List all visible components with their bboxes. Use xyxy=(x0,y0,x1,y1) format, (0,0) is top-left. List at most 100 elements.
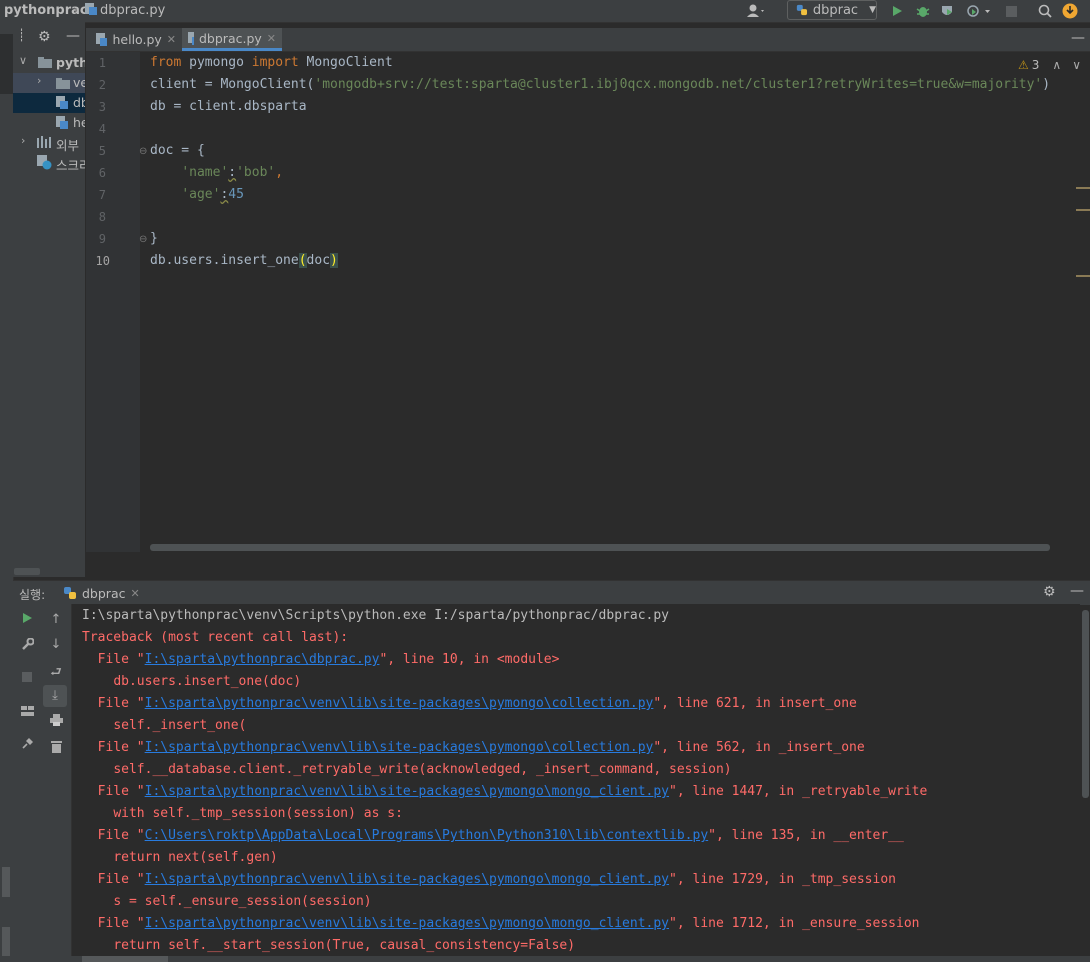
tree-item-hello[interactable]: he xyxy=(13,113,85,133)
traceback-frame: File "I:\sparta\pythonprac\venv\lib\site… xyxy=(82,784,928,799)
console-vertical-scrollbar[interactable] xyxy=(1082,610,1089,798)
tree-item-label: he xyxy=(73,115,85,130)
traceback-frame: File "I:\sparta\pythonprac\venv\lib\site… xyxy=(82,916,920,931)
tab-dbprac-py[interactable]: dbprac.py ✕ xyxy=(182,28,282,51)
chevron-down-icon[interactable]: ∨ xyxy=(1072,58,1081,72)
code-line: client = MongoClient('mongodb+srv://test… xyxy=(150,77,1051,92)
file-link[interactable]: I:\sparta\pythonprac\venv\lib\site-packa… xyxy=(145,784,669,799)
traceback-code: s = self._ensure_session(session) xyxy=(113,894,372,909)
code-line: db.users.insert_one(doc) xyxy=(150,253,338,268)
line-number: 3 xyxy=(98,100,106,114)
run-toolbar-secondary: ↑ ↓ ⮐ ⤓ xyxy=(41,604,72,962)
tab-hello-py[interactable]: hello.py ✕ xyxy=(90,28,182,51)
error-stripe-mark[interactable] xyxy=(1076,275,1090,277)
file-link[interactable]: I:\sparta\pythonprac\venv\lib\site-packa… xyxy=(145,740,654,755)
debug-icon[interactable] xyxy=(914,2,932,20)
tree-item-venv[interactable]: › ve xyxy=(13,73,85,93)
project-tool-window-button[interactable] xyxy=(0,34,13,94)
file-link[interactable]: I:\sparta\pythonprac\venv\lib\site-packa… xyxy=(145,916,669,931)
code-line: } xyxy=(150,231,158,246)
tree-item-label: db xyxy=(73,95,85,110)
python-file-icon xyxy=(56,96,69,112)
minimize-icon[interactable]: — xyxy=(1070,583,1084,599)
arrow-up-icon[interactable]: ↑ xyxy=(42,612,70,627)
arrow-down-icon[interactable]: ↓ xyxy=(42,637,70,652)
run-panel-title: 실행: xyxy=(19,588,46,602)
print-icon[interactable] xyxy=(42,714,70,730)
close-icon[interactable]: ✕ xyxy=(167,33,176,46)
error-stripe-mark[interactable] xyxy=(1076,187,1090,189)
tab-label: dbprac.py xyxy=(199,30,262,46)
gear-icon[interactable]: ⚙ xyxy=(1043,584,1056,600)
traceback-header: Traceback (most recent call last): xyxy=(82,630,349,645)
close-icon[interactable]: ✕ xyxy=(267,32,276,45)
coverage-icon[interactable] xyxy=(938,2,956,20)
inspection-widget[interactable]: ⚠ 3 ∧ ∨ xyxy=(1018,58,1081,72)
rerun-icon[interactable] xyxy=(13,612,41,628)
folder-icon xyxy=(56,77,70,92)
soft-wrap-icon[interactable]: ⮐ xyxy=(42,663,70,685)
traceback-frame: File "I:\sparta\pythonprac\venv\lib\site… xyxy=(82,872,896,887)
console-horizontal-scrollbar[interactable] xyxy=(82,956,168,962)
python-file-icon xyxy=(96,33,108,46)
fold-icon[interactable]: ⊖ xyxy=(139,146,147,157)
navigation-bar: pythonprac › dbprac.py dbprac ▼ xyxy=(0,0,1090,23)
profile-run-icon[interactable] xyxy=(963,2,995,20)
run-tab-label: dbprac xyxy=(82,585,126,601)
line-number: 5 xyxy=(98,144,106,158)
traceback-frame: File "I:\sparta\pythonprac\venv\lib\site… xyxy=(82,740,865,755)
line-number: 6 xyxy=(98,166,106,180)
file-link[interactable]: I:\sparta\pythonprac\venv\lib\site-packa… xyxy=(145,872,669,887)
chevron-right-icon: › xyxy=(37,74,42,87)
gear-icon[interactable]: ⚙ xyxy=(38,29,51,45)
minimize-icon[interactable]: — xyxy=(1071,30,1085,46)
traceback-frame: File "I:\sparta\pythonprac\dbprac.py", l… xyxy=(82,652,560,667)
run-panel-header: 실행: dbprac ✕ ⚙ — xyxy=(13,580,1090,605)
tree-item-external-libraries[interactable]: › 외부 xyxy=(13,133,85,153)
file-link[interactable]: I:\sparta\pythonprac\venv\lib\site-packa… xyxy=(145,696,654,711)
project-toolbar-divider-icon: ┊ xyxy=(18,28,26,42)
run-icon[interactable] xyxy=(888,2,906,20)
minimize-icon[interactable]: — xyxy=(66,28,80,44)
scroll-to-end-icon[interactable]: ⤓ xyxy=(43,685,67,707)
tree-item-label: 외부 xyxy=(56,138,80,153)
folder-icon xyxy=(38,56,52,71)
chevron-right-icon: › xyxy=(21,134,26,147)
console-output[interactable]: I:\sparta\pythonprac\venv\Scripts\python… xyxy=(72,604,1080,962)
tree-item-scratches[interactable]: 스크리 xyxy=(13,153,85,173)
chevron-up-icon[interactable]: ∧ xyxy=(1052,58,1061,72)
wrench-icon[interactable] xyxy=(13,637,41,655)
update-icon[interactable] xyxy=(1061,2,1079,20)
file-link[interactable]: I:\sparta\pythonprac\dbprac.py xyxy=(145,652,380,667)
fold-icon[interactable]: ⊖ xyxy=(139,234,147,245)
editor-horizontal-scrollbar[interactable] xyxy=(150,544,1050,551)
project-scrollbar[interactable] xyxy=(14,568,40,575)
tree-item-dbprac[interactable]: db xyxy=(13,93,85,113)
close-icon[interactable]: ✕ xyxy=(130,587,139,600)
editor-tabs: hello.py ✕ dbprac.py ✕ — xyxy=(86,28,1090,52)
error-stripe-mark[interactable] xyxy=(1076,209,1090,211)
chevron-down-icon: ∨ xyxy=(19,54,28,67)
breadcrumb-file[interactable]: dbprac.py xyxy=(100,3,165,18)
layout-icon[interactable] xyxy=(13,705,41,720)
search-icon[interactable] xyxy=(1035,2,1055,20)
run-config-label: dbprac xyxy=(812,2,859,18)
traceback-code: self.__database.client._retryable_write(… xyxy=(113,762,732,777)
run-configuration-select[interactable]: dbprac ▼ xyxy=(787,0,877,20)
tree-item-project-root[interactable]: ∨ pytho xyxy=(13,53,85,73)
scratches-icon xyxy=(37,155,52,173)
code-editor[interactable] xyxy=(86,52,1090,552)
user-icon[interactable] xyxy=(743,2,769,20)
code-line: doc = { xyxy=(150,143,205,158)
line-number: 9 xyxy=(98,232,106,246)
structure-tool-window-button[interactable] xyxy=(2,867,10,897)
tree-item-label: ve xyxy=(73,75,85,90)
python-icon xyxy=(796,4,808,16)
file-link[interactable]: C:\Users\roktp\AppData\Local\Programs\Py… xyxy=(145,828,709,843)
stop-icon[interactable] xyxy=(13,671,41,686)
run-tab-dbprac[interactable]: dbprac ✕ xyxy=(63,581,140,605)
traceback-code: db.users.insert_one(doc) xyxy=(113,674,302,689)
stop-icon[interactable] xyxy=(1003,3,1019,19)
trash-icon[interactable] xyxy=(42,740,70,757)
pin-icon[interactable] xyxy=(13,737,41,754)
